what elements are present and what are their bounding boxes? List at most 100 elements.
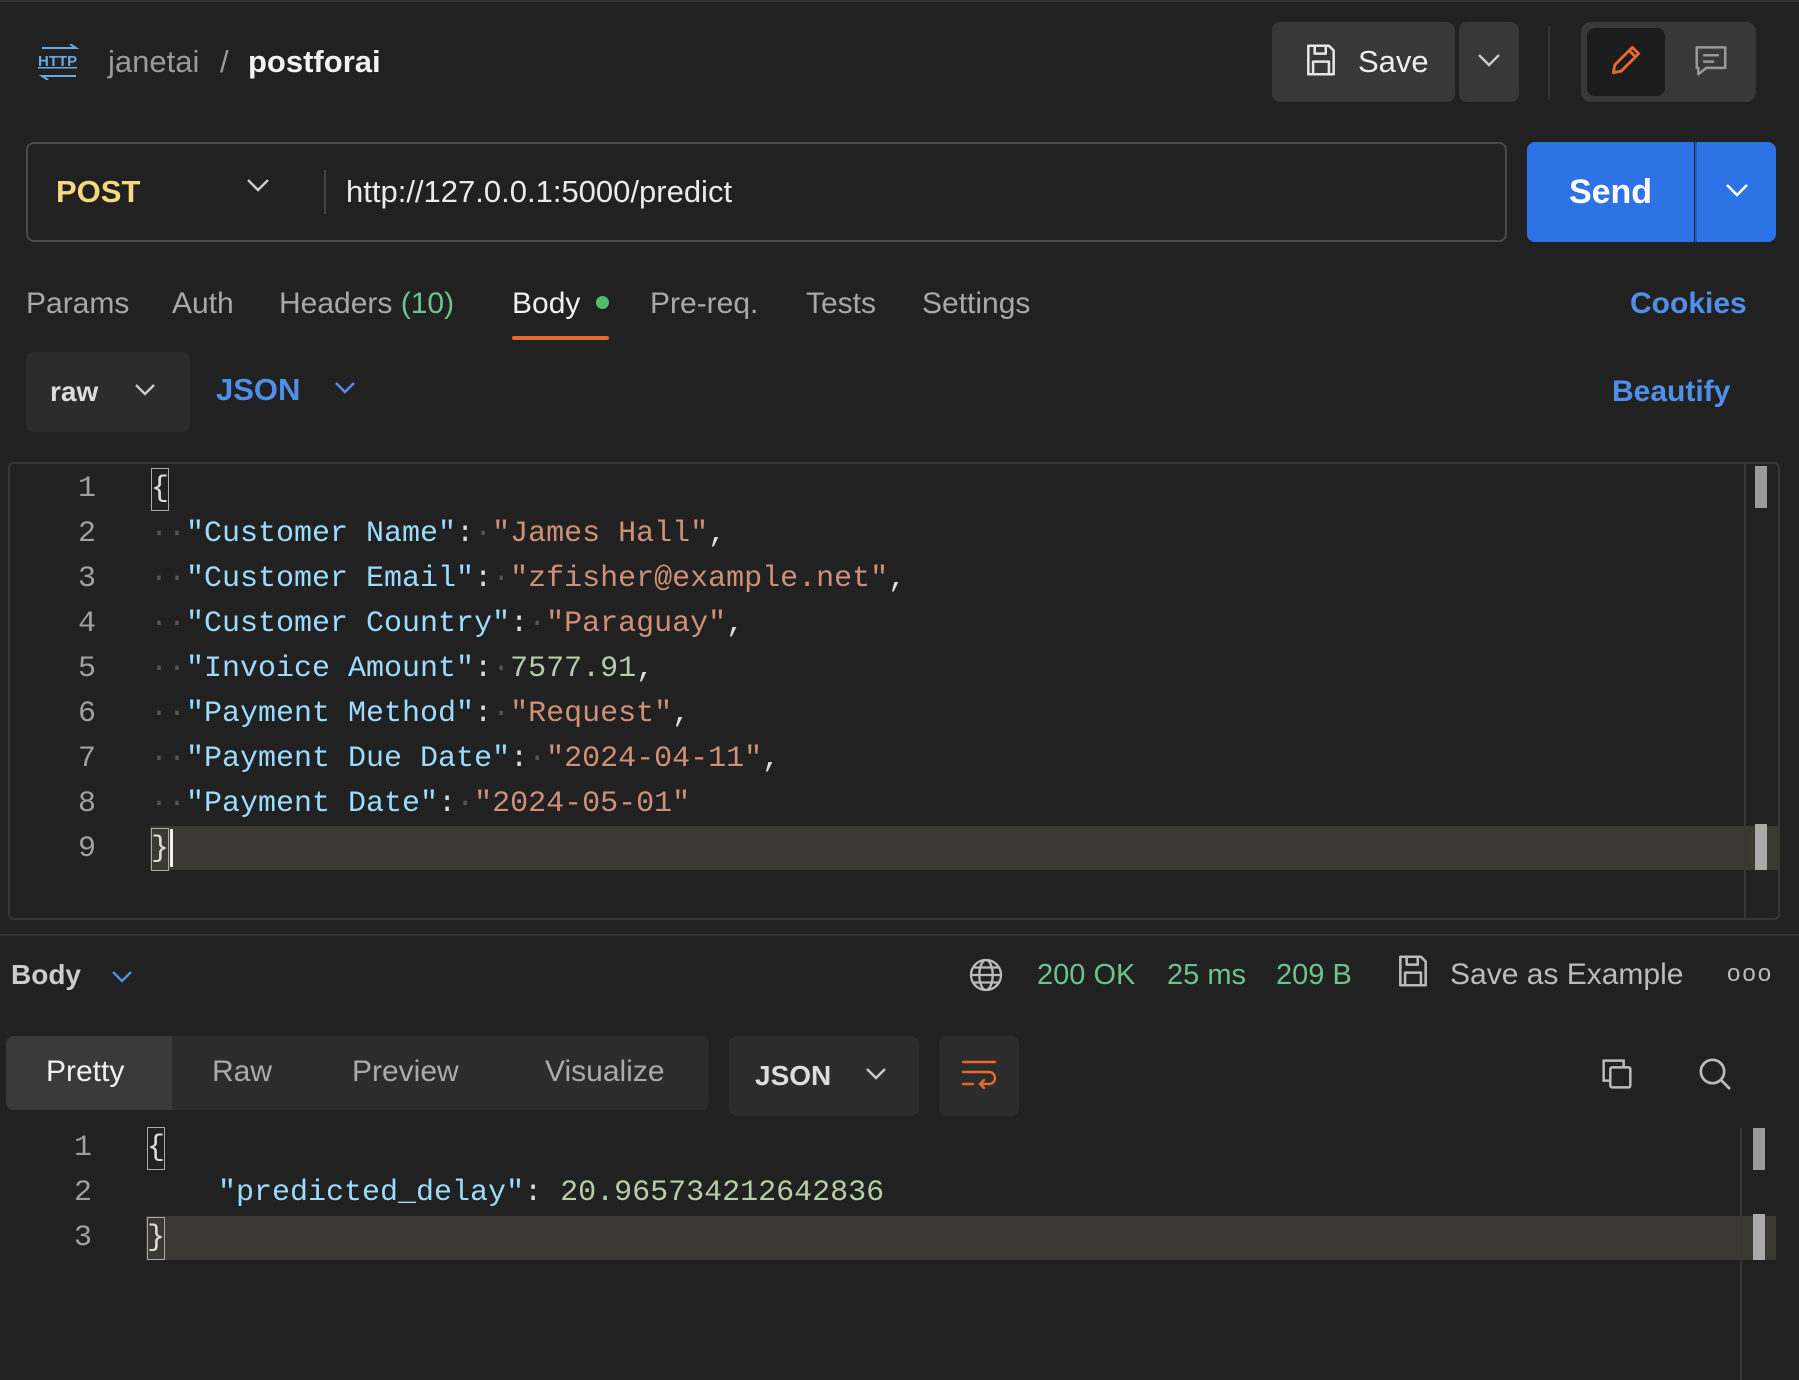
- chevron-down-icon: [1477, 53, 1501, 72]
- body-language-select[interactable]: JSON: [216, 372, 356, 408]
- code-line: ··"Payment Method":·"Request",: [150, 697, 691, 731]
- body-mode-label: raw: [50, 376, 99, 407]
- view-tab-visualize[interactable]: Visualize: [545, 1052, 665, 1092]
- tab-params[interactable]: Params: [26, 284, 129, 324]
- text-cursor: [170, 829, 174, 868]
- code-line: }: [150, 827, 1750, 872]
- view-tab-raw[interactable]: Raw: [212, 1052, 272, 1092]
- pane-splitter[interactable]: [0, 934, 1799, 936]
- code-line: ··"Customer Email":·"zfisher@example.net…: [150, 562, 907, 596]
- line-number: 3: [77, 562, 96, 596]
- tab-body[interactable]: Body: [512, 284, 580, 324]
- tab-prereq[interactable]: Pre-req.: [650, 284, 758, 324]
- chevron-down-icon[interactable]: [246, 178, 270, 197]
- response-size[interactable]: 209 B: [1276, 955, 1352, 995]
- open-brace: {: [150, 467, 170, 512]
- json-key: "Payment Due Date": [186, 742, 511, 776]
- search-icon[interactable]: [1695, 1054, 1735, 1099]
- code-line: {: [146, 1126, 1746, 1171]
- line-number: 1: [73, 1131, 92, 1165]
- save-icon: [1394, 952, 1432, 998]
- tab-auth[interactable]: Auth: [172, 284, 234, 324]
- chevron-down-icon: [134, 383, 156, 402]
- view-tab-pretty[interactable]: Pretty: [46, 1052, 124, 1092]
- headers-count-badge: (10): [400, 287, 455, 320]
- json-key: "Payment Method": [186, 697, 475, 731]
- beautify-link[interactable]: Beautify: [1612, 372, 1730, 412]
- request-name[interactable]: postforai: [248, 44, 381, 80]
- edit-mode-button[interactable]: [1587, 28, 1665, 96]
- code-line: ··"Customer Name":·"James Hall",: [150, 517, 727, 551]
- line-number: 9: [77, 832, 96, 866]
- tab-tests[interactable]: Tests: [806, 284, 876, 324]
- json-key: "Customer Email": [186, 562, 475, 596]
- line-number: 2: [73, 1176, 92, 1210]
- chevron-down-icon: [865, 1067, 887, 1086]
- response-scrollbar-marker: [1753, 1214, 1765, 1260]
- json-key: "predicted_delay": [218, 1176, 525, 1210]
- json-value: "Request": [510, 697, 673, 731]
- tab-settings[interactable]: Settings: [922, 284, 1030, 324]
- save-as-example-button[interactable]: Save as Example: [1394, 952, 1683, 998]
- comments-button[interactable]: [1672, 28, 1750, 96]
- request-code-lines[interactable]: { ··"Customer Name":·"James Hall", ··"Cu…: [150, 467, 1750, 872]
- body-modified-indicator: [596, 296, 609, 309]
- line-number: 1: [77, 472, 96, 506]
- chevron-down-icon: [334, 381, 356, 400]
- url-input[interactable]: [346, 172, 1446, 212]
- breadcrumb-workspace[interactable]: janetai: [108, 44, 199, 80]
- request-scrollbar-track: [1744, 464, 1746, 918]
- response-scrollbar-track: [1740, 1128, 1742, 1380]
- globe-icon[interactable]: [966, 955, 1006, 1000]
- http-icon: HTTP: [36, 43, 82, 81]
- method-select[interactable]: POST: [56, 172, 140, 212]
- cookies-link[interactable]: Cookies: [1630, 284, 1747, 324]
- response-scrollbar-thumb[interactable]: [1753, 1128, 1765, 1170]
- json-key: "Customer Name": [186, 517, 457, 551]
- tab-headers-label: Headers: [279, 287, 393, 320]
- json-key: "Invoice Amount": [186, 652, 475, 686]
- line-number: 8: [77, 787, 96, 821]
- save-label: Save: [1358, 44, 1429, 79]
- wrap-lines-button[interactable]: [939, 1036, 1019, 1116]
- chevron-down-icon: [1724, 182, 1750, 203]
- body-mode-select[interactable]: raw: [26, 352, 190, 432]
- body-language-label: JSON: [216, 372, 301, 407]
- save-icon: [1302, 41, 1340, 84]
- response-format-label: JSON: [755, 1060, 832, 1091]
- save-options-button[interactable]: [1459, 22, 1519, 102]
- save-button[interactable]: Save: [1272, 22, 1455, 102]
- json-key: "Customer Country": [186, 607, 511, 641]
- response-time[interactable]: 25 ms: [1167, 955, 1246, 995]
- code-line: {: [150, 467, 1750, 512]
- copy-icon[interactable]: [1597, 1054, 1637, 1099]
- close-brace: }: [150, 827, 170, 872]
- view-tab-preview[interactable]: Preview: [352, 1052, 459, 1092]
- request-scrollbar-thumb[interactable]: [1755, 466, 1767, 508]
- tab-headers[interactable]: Headers (10): [279, 284, 454, 324]
- header-divider: [1548, 26, 1550, 100]
- send-button[interactable]: Send: [1527, 142, 1694, 242]
- active-tab-underline: [512, 336, 609, 340]
- line-number: 5: [77, 652, 96, 686]
- response-section-label: Body: [11, 959, 81, 990]
- json-value: 20.965734212642836: [560, 1176, 885, 1210]
- comment-icon: [1692, 41, 1730, 84]
- response-code-lines[interactable]: { "predicted_delay": 20.965734212642836 …: [146, 1126, 1746, 1261]
- save-as-example-label: Save as Example: [1450, 958, 1684, 991]
- open-brace: {: [146, 1126, 166, 1171]
- response-format-select[interactable]: JSON: [729, 1036, 919, 1116]
- window-top-border: [0, 0, 1799, 2]
- line-number: 3: [73, 1221, 92, 1255]
- status-code[interactable]: 200 OK: [1037, 955, 1135, 995]
- line-number: 4: [77, 607, 96, 641]
- code-line: ··"Customer Country":·"Paraguay",: [150, 607, 745, 641]
- code-line: ··"Payment Due Date":·"2024-04-11",: [150, 742, 781, 776]
- send-options-button[interactable]: [1695, 142, 1776, 242]
- code-line: "predicted_delay": 20.965734212642836: [218, 1176, 885, 1210]
- more-options-icon[interactable]: ooo: [1727, 960, 1773, 988]
- wrap-lines-icon: [959, 1056, 999, 1097]
- response-section-select[interactable]: Body: [11, 955, 133, 995]
- response-line-numbers: 1 2 3: [22, 1126, 92, 1261]
- chevron-down-icon: [111, 955, 133, 995]
